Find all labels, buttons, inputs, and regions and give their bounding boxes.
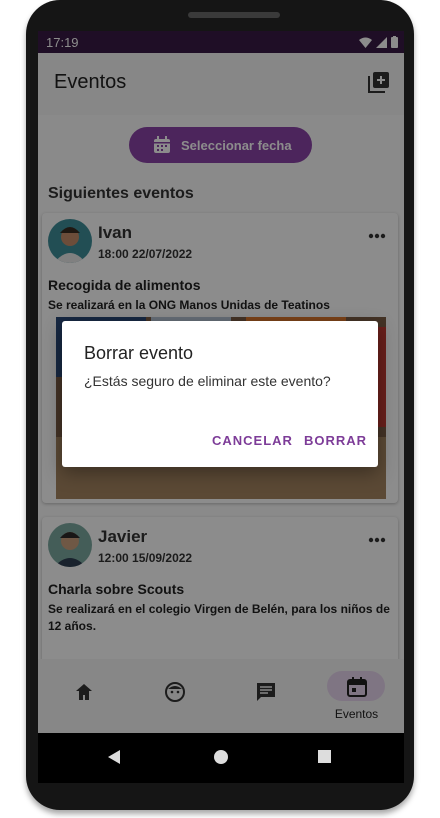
dialog-title: Borrar evento	[84, 343, 194, 363]
cancel-button[interactable]: CANCELAR	[212, 433, 293, 448]
system-navigation-bar	[38, 733, 404, 783]
speaker-grille	[188, 12, 280, 18]
home-button[interactable]	[214, 750, 228, 764]
back-icon[interactable]	[108, 750, 122, 764]
app-screen: 17:19 Eventos Seleccionar fecha Siguient…	[38, 31, 404, 733]
dialog-message: ¿Estás seguro de eliminar este evento?	[84, 373, 331, 389]
recent-apps-button[interactable]	[318, 750, 331, 763]
delete-event-dialog: Borrar evento ¿Estás seguro de eliminar …	[62, 321, 378, 467]
delete-button[interactable]: BORRAR	[304, 433, 367, 448]
